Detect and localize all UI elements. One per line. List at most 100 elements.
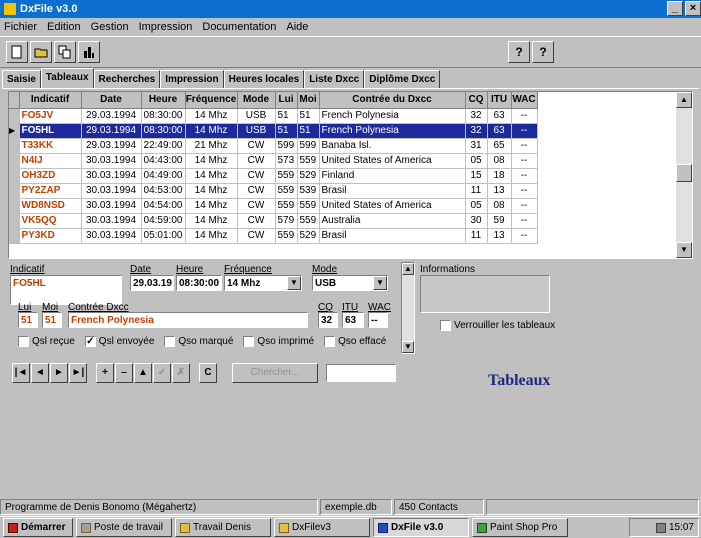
task-poste-de-travail[interactable]: Poste de travail — [76, 518, 172, 537]
table-cell[interactable]: French Polynesia — [319, 123, 466, 139]
table-row[interactable]: VK5QQ 30.03.1994 04:59:00 14 Mhz CW 579 559 Aus… — [9, 213, 677, 229]
task-dxfilev3[interactable]: DxFilev3 — [274, 518, 370, 537]
table-cell[interactable]: 30.03.1994 — [81, 153, 142, 169]
table-cell[interactable]: 05 — [465, 198, 488, 214]
qso-table[interactable]: Indicatif Date Heure Fréquence Mode Lui … — [8, 91, 693, 259]
table-cell[interactable]: CW — [237, 153, 276, 169]
table-cell[interactable]: 599 — [275, 138, 298, 154]
mode-dropdown-icon[interactable]: ▼ — [373, 276, 387, 290]
row-pointer[interactable]: ▶ — [9, 123, 20, 139]
table-row[interactable]: OH3ZD 30.03.1994 04:49:00 14 Mhz CW 559 529 Fin… — [9, 168, 677, 184]
col-cq[interactable]: CQ — [465, 92, 488, 109]
row-pointer[interactable] — [9, 213, 20, 229]
task-dxfile-v30[interactable]: DxFile v3.0 — [373, 518, 469, 537]
table-cell[interactable]: PY3KD — [19, 228, 82, 244]
informations-box[interactable] — [420, 275, 550, 313]
table-cell[interactable]: 32 — [465, 123, 488, 139]
row-pointer[interactable] — [9, 198, 20, 214]
tab-impression[interactable]: Impression — [160, 70, 224, 88]
table-cell[interactable]: OH3ZD — [19, 168, 82, 184]
table-cell[interactable]: CW — [237, 198, 276, 214]
table-cell[interactable]: 31 — [465, 138, 488, 154]
table-cell[interactable]: 29.03.1994 — [81, 108, 142, 124]
table-cell[interactable]: 08 — [487, 198, 512, 214]
table-cell[interactable]: WD8NSD — [19, 198, 82, 214]
table-cell[interactable]: 04:49:00 — [141, 168, 186, 184]
table-cell[interactable]: 559 — [297, 198, 320, 214]
table-cell[interactable]: 05:01:00 — [141, 228, 186, 244]
speaker-icon[interactable] — [655, 522, 666, 533]
table-cell[interactable]: -- — [511, 168, 538, 184]
table-cell[interactable]: Australia — [319, 213, 466, 229]
open-icon[interactable] — [30, 41, 52, 63]
table-cell[interactable]: 15 — [465, 168, 488, 184]
new-icon[interactable] — [6, 41, 28, 63]
scroll-up-icon[interactable]: ▲ — [676, 92, 692, 108]
table-cell[interactable]: -- — [511, 213, 538, 229]
start-button[interactable]: Démarrer — [3, 518, 73, 537]
heure-field[interactable]: 08:30:00 — [176, 275, 222, 291]
table-cell[interactable]: 11 — [465, 183, 488, 199]
scroll-thumb[interactable] — [676, 164, 692, 182]
table-cell[interactable]: 14 Mhz — [185, 213, 238, 229]
table-cell[interactable]: -- — [511, 108, 538, 124]
table-cell[interactable]: 14 Mhz — [185, 183, 238, 199]
row-pointer[interactable] — [9, 108, 20, 124]
task-travail-denis[interactable]: Travail Denis — [175, 518, 271, 537]
table-cell[interactable]: 30.03.1994 — [81, 168, 142, 184]
tab-tableaux[interactable]: Tableaux — [40, 68, 94, 88]
table-row[interactable]: WD8NSD 30.03.1994 04:54:00 14 Mhz CW 559 559 Un… — [9, 198, 677, 214]
table-cell[interactable]: 30.03.1994 — [81, 183, 142, 199]
table-cell[interactable]: 08:30:00 — [141, 108, 186, 124]
table-cell[interactable]: -- — [511, 153, 538, 169]
table-cell[interactable]: 14 Mhz — [185, 198, 238, 214]
itu-field[interactable]: 63 — [342, 312, 364, 328]
table-cell[interactable]: 21 Mhz — [185, 138, 238, 154]
table-cell[interactable]: 559 — [275, 228, 298, 244]
col-mode[interactable]: Mode — [237, 92, 276, 109]
table-cell[interactable]: -- — [511, 123, 538, 139]
stats-icon[interactable] — [78, 41, 100, 63]
table-cell[interactable]: 30.03.1994 — [81, 213, 142, 229]
minimize-button[interactable]: _ — [667, 1, 683, 16]
tab-saisie[interactable]: Saisie — [2, 70, 41, 88]
table-cell[interactable]: 539 — [297, 183, 320, 199]
search-button[interactable]: Chercher... — [232, 363, 318, 383]
table-cell[interactable]: 29.03.1994 — [81, 138, 142, 154]
copy-icon[interactable] — [54, 41, 76, 63]
wac-field[interactable]: -- — [368, 312, 388, 328]
frequence-dropdown-icon[interactable]: ▼ — [287, 276, 301, 290]
table-cell[interactable]: 30.03.1994 — [81, 198, 142, 214]
table-row[interactable]: PY2ZAP 30.03.1994 04:53:00 14 Mhz CW 559 539 Br… — [9, 183, 677, 199]
table-cell[interactable]: 559 — [275, 198, 298, 214]
qso-efface-checkbox[interactable] — [324, 336, 336, 347]
col-indicatif[interactable]: Indicatif — [19, 92, 82, 109]
table-cell[interactable]: 04:53:00 — [141, 183, 186, 199]
context-help-icon[interactable]: ? — [532, 41, 554, 63]
date-field[interactable]: 29.03.19 — [130, 275, 174, 291]
col-wac[interactable]: WAC — [511, 92, 538, 109]
table-cell[interactable]: -- — [511, 183, 538, 199]
help-icon[interactable]: ? — [508, 41, 530, 63]
nav-delete-icon[interactable]: – — [115, 363, 133, 383]
col-lui[interactable]: Lui — [275, 92, 298, 109]
nav-edit-icon[interactable]: ▲ — [134, 363, 152, 383]
lui-field[interactable]: 51 — [18, 312, 38, 328]
table-cell[interactable]: T33KK — [19, 138, 82, 154]
table-cell[interactable]: 14 Mhz — [185, 153, 238, 169]
table-cell[interactable]: 529 — [297, 168, 320, 184]
table-scrollbar[interactable]: ▲ ▼ — [676, 92, 692, 258]
table-cell[interactable]: 22:49:00 — [141, 138, 186, 154]
table-cell[interactable]: 04:59:00 — [141, 213, 186, 229]
table-row[interactable]: ▶ FO5HL 29.03.1994 08:30:00 14 Mhz USB 51 51 Fre… — [9, 123, 677, 139]
table-cell[interactable]: 29.03.1994 — [81, 123, 142, 139]
nav-next-icon[interactable]: ► — [50, 363, 68, 383]
table-cell[interactable]: 51 — [275, 123, 298, 139]
table-cell[interactable]: 579 — [275, 213, 298, 229]
table-cell[interactable]: 63 — [487, 123, 512, 139]
col-itu[interactable]: ITU — [487, 92, 512, 109]
row-pointer[interactable] — [9, 183, 20, 199]
frequence-select[interactable]: 14 Mhz ▼ — [224, 275, 302, 291]
qso-marque-checkbox[interactable] — [164, 336, 176, 347]
qso-imprime-checkbox[interactable] — [243, 336, 255, 347]
